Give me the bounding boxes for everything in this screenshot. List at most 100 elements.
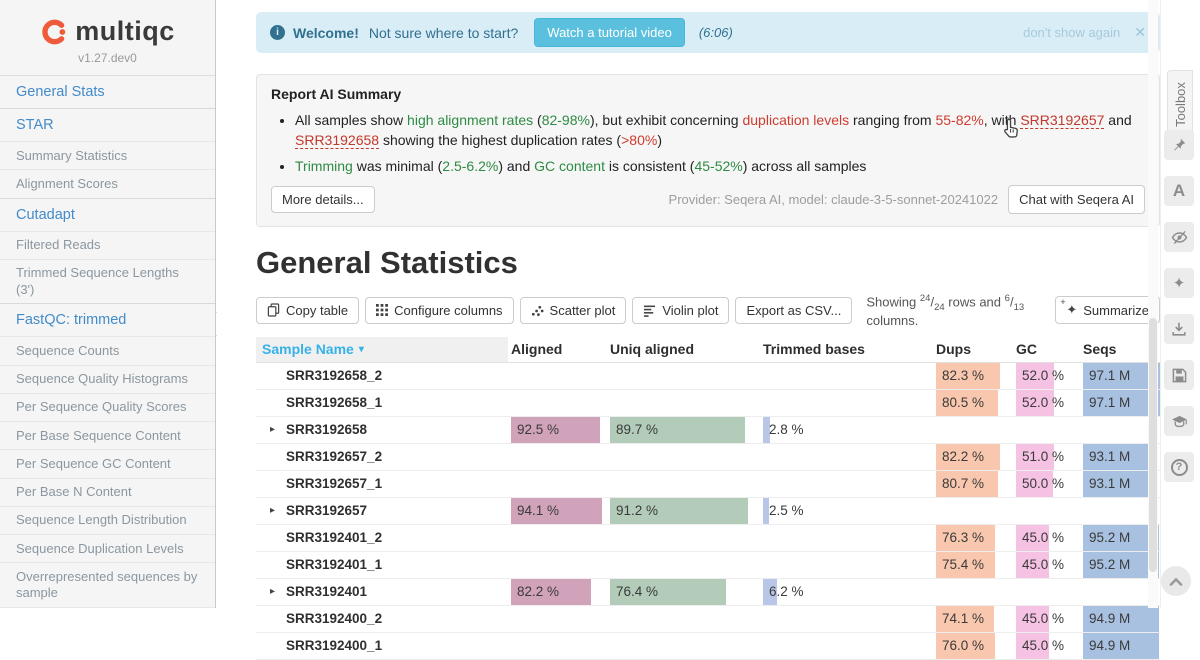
welcome-banner: i Welcome! Not sure where to start? Watc… bbox=[256, 12, 1160, 53]
cell-dups: 80.5 % bbox=[936, 390, 1013, 416]
help-button[interactable]: ? bbox=[1164, 452, 1194, 482]
font-size-button[interactable]: A bbox=[1164, 176, 1194, 206]
sample-name: SRR3192657 bbox=[286, 503, 367, 518]
multiqc-logo[interactable]: multiqc bbox=[8, 16, 207, 47]
sample-link[interactable]: SRR3192657 bbox=[1020, 112, 1104, 129]
table-row: SRR3192401_2 76.3 %45.0 % 95.2 M bbox=[256, 525, 1160, 552]
sidebar-item[interactable]: Filtered Reads bbox=[0, 231, 215, 259]
sidebar-item[interactable]: STAR bbox=[0, 108, 215, 141]
sample-name-cell[interactable]: ▸SRR3192401 bbox=[256, 579, 508, 605]
sample-name-cell[interactable]: SRR3192658_2 bbox=[256, 363, 508, 389]
cell-gc: 50.0 % bbox=[1016, 471, 1080, 497]
header-uniq-aligned[interactable]: Uniq aligned bbox=[610, 337, 760, 362]
configure-columns-button[interactable]: Configure columns bbox=[365, 297, 513, 324]
cell-uniq bbox=[610, 525, 760, 551]
sample-name-cell[interactable]: SRR3192401_2 bbox=[256, 525, 508, 551]
sidebar-item[interactable]: Per Base Sequence Content bbox=[0, 421, 215, 449]
sidebar-item[interactable]: Per Sequence Quality Scores bbox=[0, 393, 215, 421]
cell-uniq bbox=[610, 552, 760, 578]
cell-trimmed bbox=[763, 552, 933, 578]
copy-table-button[interactable]: Copy table bbox=[256, 297, 359, 324]
vertical-scrollbar-thumb[interactable] bbox=[1149, 318, 1157, 572]
cell-value: 80.7 % bbox=[936, 476, 984, 491]
sidebar-item[interactable]: Trimmed Sequence Lengths (3') bbox=[0, 259, 215, 304]
sample-name: SRR3192401_2 bbox=[286, 530, 382, 545]
sidebar-item[interactable]: Per Sequence GC Content bbox=[0, 449, 215, 477]
cell-value: 94.9 M bbox=[1083, 611, 1130, 626]
sidebar-item[interactable]: Sequence Quality Histograms bbox=[0, 365, 215, 393]
sidebar-item[interactable]: FastQC: trimmed bbox=[0, 303, 215, 336]
back-to-top-button[interactable] bbox=[1161, 566, 1191, 596]
sample-name-cell[interactable]: ▸SRR3192658 bbox=[256, 417, 508, 443]
sidebar-item[interactable]: General Stats bbox=[0, 76, 215, 108]
question-icon: ? bbox=[1171, 459, 1188, 476]
sidebar-item[interactable]: Summary Statistics bbox=[0, 141, 215, 169]
sidebar-item[interactable]: Alignment Scores bbox=[0, 169, 215, 197]
sample-name-cell[interactable]: SRR3192657_1 bbox=[256, 471, 508, 497]
cell-trimmed bbox=[763, 444, 933, 470]
close-icon[interactable]: ✕ bbox=[1134, 24, 1146, 41]
ai-summary-bullets: All samples show high alignment rates (8… bbox=[295, 110, 1145, 176]
header-gc[interactable]: GC bbox=[1016, 337, 1080, 362]
dont-show-again-link[interactable]: don't show again bbox=[1023, 25, 1120, 40]
hide-samples-button[interactable] bbox=[1164, 222, 1194, 252]
cell-value: 52.0 % bbox=[1016, 368, 1064, 383]
sidebar-item[interactable]: Sequence Length Distribution bbox=[0, 506, 215, 534]
toolbox-tab[interactable]: Toolbox bbox=[1167, 70, 1193, 138]
chat-with-seqera-button[interactable]: Chat with Seqera AI bbox=[1008, 185, 1145, 214]
watch-tutorial-button[interactable]: Watch a tutorial video bbox=[534, 18, 685, 47]
text-segment: 45-52% bbox=[694, 158, 742, 174]
sidebar-item[interactable]: Overrepresented sequences by sample bbox=[0, 562, 215, 607]
export-csv-button[interactable]: Export as CSV... bbox=[735, 297, 852, 324]
cell-gc: 45.0 % bbox=[1016, 606, 1080, 632]
sample-name-cell[interactable]: SRR3192658_1 bbox=[256, 390, 508, 416]
cell-value: 2.8 % bbox=[763, 422, 804, 437]
sample-name-cell[interactable]: SRR3192401_1 bbox=[256, 552, 508, 578]
cell-uniq: 91.2 % bbox=[610, 498, 760, 524]
header-aligned[interactable]: Aligned bbox=[511, 337, 607, 362]
sidebar-item[interactable]: Sequence Duplication Levels bbox=[0, 534, 215, 562]
cell-seqs: 94.9 M bbox=[1083, 633, 1163, 659]
cell-value: 82.2 % bbox=[936, 449, 984, 464]
sample-link[interactable]: SRR3192658 bbox=[295, 132, 379, 149]
sample-name-cell[interactable]: SRR3192400_1 bbox=[256, 633, 508, 659]
download-button[interactable] bbox=[1164, 314, 1194, 344]
cell-uniq: 76.4 % bbox=[610, 579, 760, 605]
cell-gc: 45.0 % bbox=[1016, 552, 1080, 578]
tutorial-button[interactable] bbox=[1164, 406, 1194, 436]
ai-button[interactable]: ✦ bbox=[1164, 268, 1194, 298]
cell-value: 94.1 % bbox=[511, 503, 559, 518]
cell-value: 45.0 % bbox=[1016, 530, 1064, 545]
more-details-button[interactable]: More details... bbox=[271, 186, 375, 213]
violin-plot-button[interactable]: Violin plot bbox=[632, 297, 729, 324]
cell-value: 82.2 % bbox=[511, 584, 559, 599]
cell-dups bbox=[936, 498, 1013, 524]
header-sample-name[interactable]: Sample Name ▾ bbox=[256, 337, 508, 362]
sample-name-cell[interactable]: SRR3192657_2 bbox=[256, 444, 508, 470]
cell-value: 93.1 M bbox=[1083, 449, 1130, 464]
violin-icon bbox=[643, 304, 656, 317]
cell-aligned: 82.2 % bbox=[511, 579, 607, 605]
expand-icon[interactable]: ▸ bbox=[270, 505, 275, 516]
cell-dups: 82.3 % bbox=[936, 363, 1013, 389]
sidebar-item[interactable]: Cutadapt bbox=[0, 198, 215, 231]
save-button[interactable] bbox=[1164, 360, 1194, 390]
ai-summary-title: Report AI Summary bbox=[271, 86, 1145, 102]
cell-value: 95.2 M bbox=[1083, 530, 1130, 545]
header-trimmed-bases[interactable]: Trimmed bases bbox=[763, 337, 933, 362]
expand-icon[interactable]: ▸ bbox=[270, 586, 275, 597]
cell-dups: 76.3 % bbox=[936, 525, 1013, 551]
scatter-plot-button[interactable]: Scatter plot bbox=[520, 297, 627, 324]
sample-name-cell[interactable]: SRR3192400_2 bbox=[256, 606, 508, 632]
cell-value: 2.5 % bbox=[763, 503, 804, 518]
header-dups[interactable]: Dups bbox=[936, 337, 1013, 362]
copy-icon bbox=[267, 303, 280, 317]
sidebar-item[interactable]: Sequence Counts bbox=[0, 336, 215, 364]
expand-icon[interactable]: ▸ bbox=[270, 424, 275, 435]
sample-name-cell[interactable]: ▸ SRR3192657 bbox=[256, 498, 508, 524]
cell-uniq bbox=[610, 471, 760, 497]
pin-button[interactable] bbox=[1164, 130, 1194, 160]
summarize-button[interactable]: +✦ Summarize bbox=[1055, 296, 1160, 324]
sidebar-item[interactable]: Per Base N Content bbox=[0, 478, 215, 506]
cell-value: 50.0 % bbox=[1016, 476, 1064, 491]
